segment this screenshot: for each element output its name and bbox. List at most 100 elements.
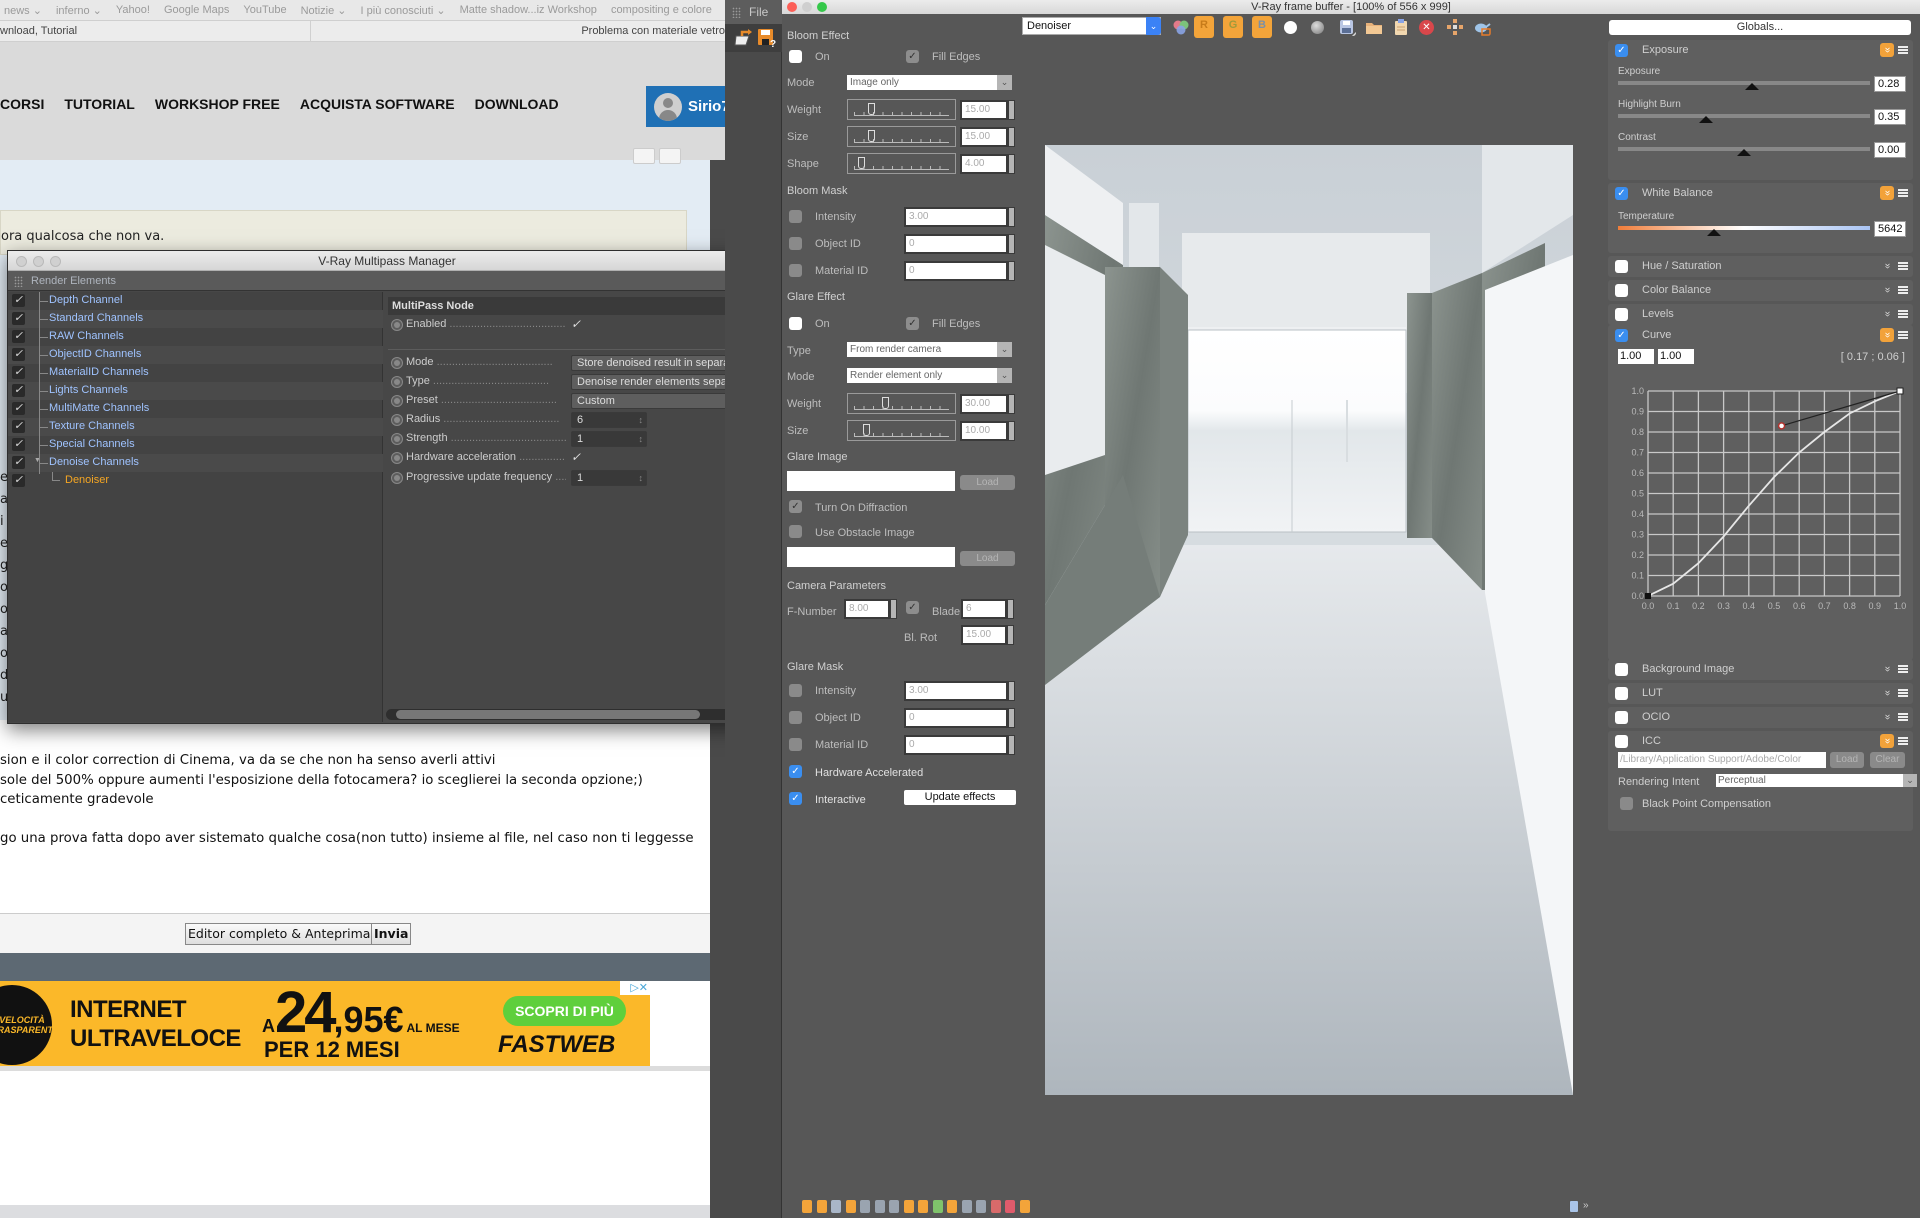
exposure-slider-handle[interactable] <box>1744 83 1759 90</box>
contrast-slider-handle[interactable] <box>1737 149 1751 156</box>
animate-radio-icon[interactable] <box>391 319 403 331</box>
bloom-size-field[interactable]: 15.00 <box>960 127 1008 147</box>
glare-type-select[interactable]: From render camera ⌄ <box>847 342 1012 357</box>
icc-load-button[interactable]: Load <box>1830 752 1864 768</box>
close-window-icon[interactable] <box>787 2 797 12</box>
expand-icon[interactable]: » <box>1880 328 1894 342</box>
curve-point-end[interactable] <box>1896 387 1904 395</box>
blade-rotation-field[interactable]: 15.00 <box>961 625 1007 645</box>
expand-icon[interactable]: » <box>1880 43 1894 57</box>
visibility-checkbox[interactable]: ✓ <box>12 474 25 487</box>
animate-radio-icon[interactable] <box>391 472 403 484</box>
visibility-checkbox[interactable]: ✓ <box>12 312 25 325</box>
animate-radio-icon[interactable] <box>391 414 403 426</box>
animate-radio-icon[interactable] <box>391 452 403 464</box>
visibility-checkbox[interactable]: ✓ <box>12 348 25 361</box>
curve-input-x[interactable]: 1.00 <box>1618 349 1654 364</box>
file-menu[interactable]: File <box>725 0 782 24</box>
exposure-value[interactable]: 0.28 <box>1874 76 1906 92</box>
background-image-icon[interactable] <box>932 1200 943 1213</box>
spinner[interactable] <box>1008 127 1015 147</box>
bookmark-item[interactable]: inferno ⌄ <box>46 4 112 17</box>
bloom-shape-slider[interactable] <box>847 153 956 174</box>
expand-icon[interactable]: » <box>1880 283 1894 297</box>
spinner[interactable] <box>1008 100 1015 120</box>
tree-row-objectid-channels[interactable]: ✓ ObjectID Channels <box>8 346 383 364</box>
slider-knob[interactable] <box>881 397 889 409</box>
nav-acquista-software[interactable]: ACQUISTA SOFTWARE <box>300 96 455 112</box>
minimize-window-icon[interactable] <box>802 2 812 12</box>
ocio-enable-checkbox[interactable] <box>1615 711 1628 724</box>
save-image-icon[interactable] <box>1338 18 1356 36</box>
red-channel-toggle[interactable]: R <box>1194 16 1214 38</box>
ad-banner[interactable]: VELOCITÀ TRASPARENTE INTERNETULTRAVELOCE… <box>0 981 650 1066</box>
spinner[interactable] <box>1008 708 1015 728</box>
black-point-compensation-checkbox[interactable] <box>1620 797 1633 810</box>
animate-radio-icon[interactable] <box>391 376 403 388</box>
send-button[interactable]: Invia <box>371 923 412 945</box>
exposure-enable-checkbox[interactable]: ✓ <box>1615 44 1628 57</box>
srgb-icon[interactable] <box>961 1200 972 1213</box>
glare_mask-checkbox[interactable] <box>789 684 802 697</box>
icc-profile-path-field[interactable]: /Library/Application Support/Adobe/Color <box>1618 752 1826 768</box>
hardware-accelerated-checkbox[interactable]: ✓ <box>789 765 802 778</box>
attr-number-field[interactable]: 1 <box>571 431 647 447</box>
quote-button[interactable] <box>633 148 655 164</box>
bookmark-item[interactable]: Matte shadow...iz Workshop <box>450 4 607 16</box>
obstacle-image-checkbox[interactable] <box>789 525 802 538</box>
curve-icon[interactable] <box>947 1200 957 1213</box>
tree-row-raw-channels[interactable]: ✓ RAW Channels <box>8 328 383 346</box>
tree-row-lights-channels[interactable]: ✓ Lights Channels <box>8 382 383 400</box>
glare-size-field[interactable]: 10.00 <box>960 421 1008 441</box>
bloom_mask-field[interactable]: 0 <box>904 234 1008 254</box>
animate-radio-icon[interactable] <box>391 357 403 369</box>
visibility-checkbox[interactable]: ✓ <box>12 330 25 343</box>
animate-radio-icon[interactable] <box>391 433 403 445</box>
glare_mask-checkbox[interactable] <box>789 738 802 751</box>
pixel-info-icon[interactable] <box>845 1200 856 1213</box>
temperature-slider-handle[interactable] <box>1706 229 1721 236</box>
temperature-slider-track[interactable] <box>1618 226 1870 230</box>
icc-enable-checkbox[interactable] <box>1615 735 1628 748</box>
load-image-icon[interactable] <box>1365 18 1383 36</box>
window-titlebar[interactable]: V-Ray Multipass Manager <box>8 251 766 271</box>
bloom-shape-field[interactable]: 4.00 <box>960 154 1008 174</box>
blade-checkbox[interactable]: ✓ <box>906 601 919 614</box>
glare-weight-field[interactable]: 30.00 <box>960 394 1008 414</box>
nav-workshop-free[interactable]: WORKSHOP FREE <box>155 96 280 112</box>
visibility-checkbox[interactable]: ✓ <box>12 384 25 397</box>
blue-channel-toggle[interactable]: B <box>1252 16 1272 38</box>
glare-image-load-button[interactable]: Load <box>960 475 1015 490</box>
histogram-icon[interactable] <box>889 1200 899 1213</box>
grip-icon[interactable] <box>14 276 23 287</box>
tree-row-standard-channels[interactable]: ✓ Standard Channels <box>8 310 383 328</box>
render-teapot-icon[interactable] <box>1473 18 1491 36</box>
curve-input-y[interactable]: 1.00 <box>1658 349 1694 364</box>
color-balance-enable-checkbox[interactable] <box>1615 284 1628 297</box>
icc-clear-button[interactable]: Clear <box>1870 752 1905 768</box>
bloom-size-slider[interactable] <box>847 126 956 147</box>
menu-icon[interactable] <box>1898 262 1908 270</box>
slider-knob[interactable] <box>857 157 865 169</box>
spinner[interactable] <box>1007 599 1014 619</box>
attr-number-field[interactable]: 6 <box>571 412 647 428</box>
visibility-checkbox[interactable]: ✓ <box>12 402 25 415</box>
multi-quote-button[interactable] <box>659 148 681 164</box>
expand-icon[interactable]: » <box>1880 686 1894 700</box>
menu-icon[interactable] <box>1898 46 1908 54</box>
hue-saturation-enable-checkbox[interactable] <box>1615 260 1628 273</box>
mono-icon[interactable] <box>1311 21 1324 34</box>
render-view[interactable] <box>1045 145 1573 1095</box>
bloom_mask-field[interactable]: 3.00 <box>904 207 1008 227</box>
obstacle-image-load-button[interactable]: Load <box>960 551 1015 566</box>
expand-icon[interactable]: » <box>1880 662 1894 676</box>
temperature-value[interactable]: 5642 <box>1874 221 1906 237</box>
menu-icon[interactable] <box>1898 310 1908 318</box>
rendering-intent-select[interactable]: Perceptual ⌄ <box>1716 774 1917 787</box>
spinner[interactable] <box>1008 261 1015 281</box>
color-channels-icon[interactable] <box>1172 18 1190 36</box>
update-effects-button[interactable]: Update effects <box>904 790 1016 805</box>
bloom_mask-checkbox[interactable] <box>789 264 802 277</box>
bookmark-item[interactable]: YouTube <box>233 4 296 16</box>
glare_mask-field[interactable]: 0 <box>904 735 1008 755</box>
